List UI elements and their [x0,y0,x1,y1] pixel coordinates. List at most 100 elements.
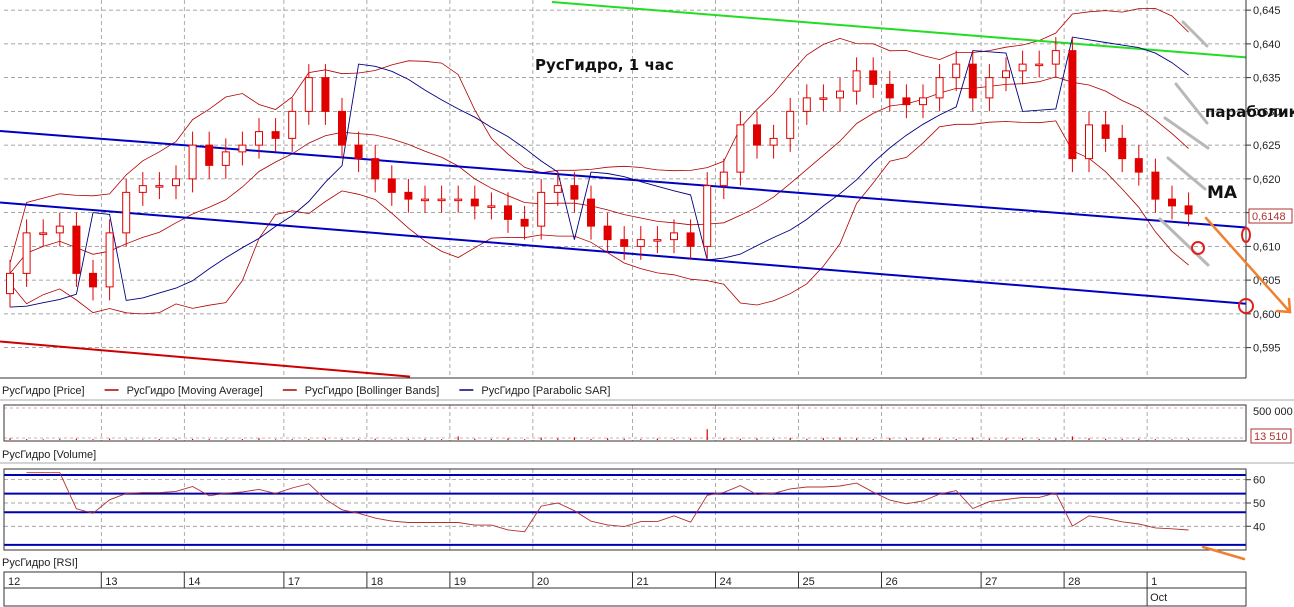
price-tick-label: 0,640 [1253,39,1281,51]
date-label: 25 [803,576,815,588]
date-label: 20 [537,576,549,588]
date-label: 17 [288,576,300,588]
candle-body [205,144,214,166]
legend-item: РусГидро [Parabolic SAR] [481,385,610,397]
candle-body [371,158,380,180]
date-label: 21 [637,576,649,588]
volume-axis-top-label: 500 000 [1253,406,1293,418]
candle-body [304,77,313,112]
candle-body [255,131,263,146]
candle-body [520,218,529,227]
candle-body [570,185,579,200]
date-label: 12 [8,576,20,588]
candle-body [620,239,629,247]
candle-body [1184,205,1193,215]
candle-body [1018,63,1027,72]
price-tick-label: 0,625 [1253,140,1281,152]
candle-body [902,97,911,106]
parabolic-annotation: параболик [1205,103,1294,121]
candle-body [221,151,230,166]
date-label: 28 [1068,576,1080,588]
candle-body [172,178,180,187]
rsi-tick-label: 60 [1253,475,1265,487]
last-price-label: 0,6148 [1252,211,1286,223]
candle-body [636,239,645,247]
date-label: 13 [105,576,117,588]
candle-body [1151,171,1160,200]
candle-body [753,124,761,146]
date-label: 19 [454,576,466,588]
rsi-tick-label: 50 [1253,498,1265,510]
candle-body [504,205,512,220]
candle-body [470,198,479,207]
candle-body [719,171,728,187]
candle-body [188,144,197,180]
chart-title: РусГидро, 1 час [535,56,674,74]
price-tick-label: 0,595 [1253,343,1281,355]
legend-item: РусГидро [Price] [2,385,85,397]
candle-body [437,198,446,202]
candle-body [836,90,844,99]
candle-body [1051,50,1060,65]
price-tick-label: 0,635 [1253,73,1281,85]
price-tick-label: 0,620 [1253,174,1281,186]
candle-body [1134,158,1143,173]
candle-body [72,225,81,274]
ma-annotation: MA [1207,183,1238,203]
candle-body [869,70,878,85]
candle-body [653,239,662,242]
candle-body [952,63,961,79]
candle-body [819,97,828,100]
candle-body [985,77,994,99]
legend-item: РусГидро [Bollinger Bands] [305,385,440,397]
legend-item: РусГидро [Moving Average] [127,385,263,397]
candle-body [1101,124,1110,139]
date-label: 18 [371,576,383,588]
candle-body [155,185,164,188]
candle-body [6,272,14,295]
date-label: 26 [886,576,898,588]
date-label: 14 [188,576,200,588]
candle-body [487,205,496,208]
candle-body [55,225,64,234]
candle-body [786,110,795,139]
price-tick-label: 0,645 [1253,5,1281,17]
candle-body [354,144,363,160]
candle-body [603,225,612,241]
candle-body [271,131,280,139]
candle-body [968,63,977,99]
candle-body [387,178,396,193]
candle-body [39,232,48,235]
date-label: 1 [1151,576,1157,588]
candle-body [421,198,429,202]
rsi-label: РусГидро [RSI] [2,557,78,569]
candle-body [885,83,894,99]
volume-label: РусГидро [Volume] [2,449,96,461]
candle-body [736,124,745,173]
last-volume-label: 13 510 [1254,431,1288,443]
candle-body [1002,70,1010,79]
candle-body [686,232,695,247]
month-label: Oct [1150,592,1167,604]
candle-body [537,191,546,227]
candle-body [105,232,114,288]
candle-body [288,110,297,139]
candle-body [454,198,463,202]
candle-body [935,77,944,99]
candle-body [587,198,595,227]
candle-body [769,137,778,146]
date-label: 24 [720,576,732,588]
candle-body [338,110,346,146]
rsi-tick-label: 40 [1253,521,1265,533]
candle-body [22,232,31,274]
candle-body [122,191,131,234]
candle-body [89,272,97,288]
date-label: 27 [985,576,997,588]
candle-body [138,185,147,193]
candle-body [703,185,712,247]
candle-body [1085,124,1093,160]
candle-body [802,97,811,112]
price-tick-label: 0,610 [1253,241,1281,253]
candle-body [852,70,861,92]
chart: 0,6450,6400,6350,6300,6250,6200,6150,610… [0,0,1294,607]
